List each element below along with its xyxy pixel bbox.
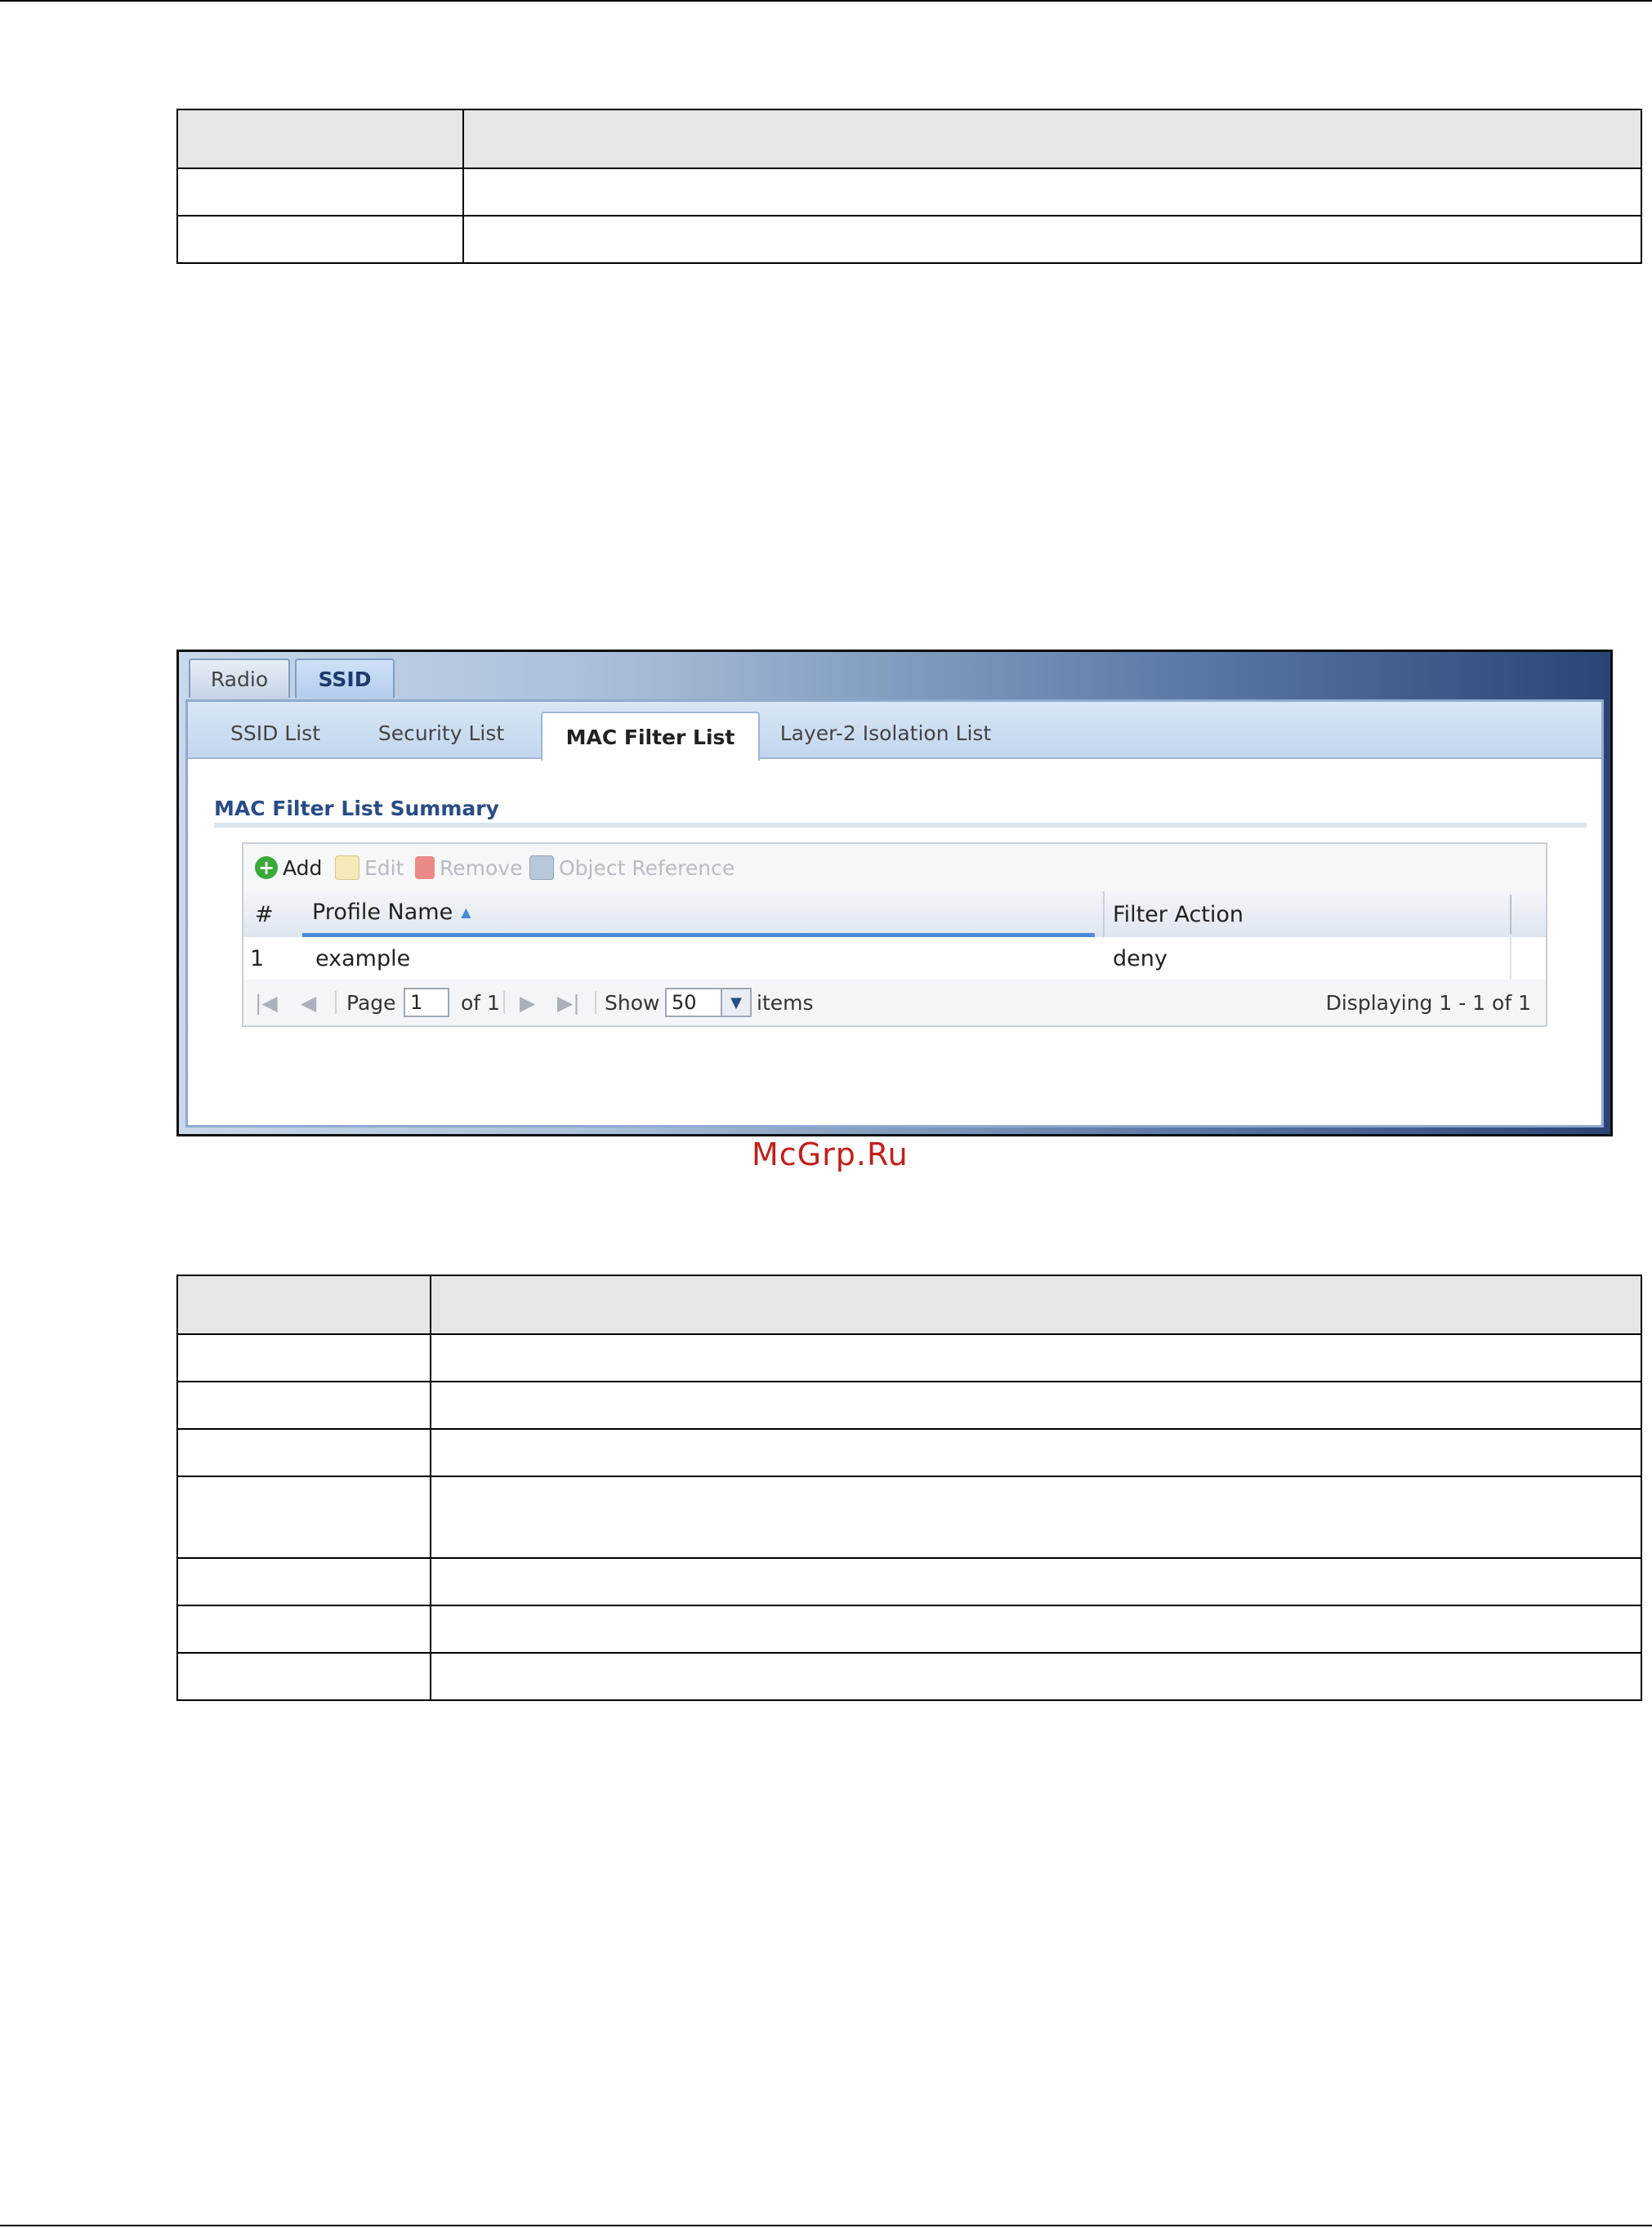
- ssid-panel: SSID List Security List MAC Filter List …: [185, 699, 1604, 1172]
- edit-icon: [335, 855, 359, 880]
- reference-table-top: [176, 109, 1642, 264]
- subtab-ssid-list[interactable]: SSID List: [206, 710, 345, 756]
- page-number-input[interactable]: 1: [404, 988, 449, 1017]
- chevron-down-icon: ▼: [721, 989, 750, 1016]
- reference-table-bottom: [176, 1275, 1642, 1701]
- column-divider: [1510, 937, 1511, 980]
- sort-ascending-icon: ▲: [461, 904, 471, 920]
- column-divider: [1510, 895, 1511, 934]
- remove-label: Remove: [440, 855, 523, 880]
- row-profile-name: example: [315, 945, 411, 971]
- top-tab-bar: Radio SSID: [179, 652, 1610, 701]
- column-header-profile-name[interactable]: Profile Name ▲: [302, 891, 1095, 937]
- watermark: McGrp.Ru: [752, 1136, 909, 1172]
- page-label: Page: [346, 990, 396, 1015]
- pagination-bar: |◀ ◀ Page 1 of 1 ▶ ▶| Show 50 ▼ items Di…: [243, 980, 1546, 1025]
- page-of-label: of 1: [461, 990, 500, 1015]
- add-label: Add: [283, 855, 323, 880]
- add-icon: +: [255, 856, 278, 879]
- section-title: MAC Filter List Summary: [214, 797, 499, 820]
- displaying-count: Displaying 1 - 1 of 1: [1325, 990, 1531, 1015]
- tab-ssid[interactable]: SSID: [295, 659, 395, 698]
- add-button[interactable]: + Add: [255, 854, 322, 882]
- previous-page-icon[interactable]: ◀: [301, 988, 316, 1017]
- grid-toolbar: + Add Edit Remove Object Reference: [243, 844, 1546, 893]
- object-reference-button[interactable]: Object Reference: [529, 854, 734, 882]
- items-per-page-value: 50: [672, 991, 697, 1014]
- profile-name-header-label: Profile Name: [312, 900, 453, 925]
- trash-icon: [415, 856, 435, 879]
- subtab-mac-filter-list[interactable]: MAC Filter List: [541, 712, 760, 761]
- subtab-security-list[interactable]: Security List: [359, 710, 523, 756]
- pager-separator: [595, 991, 596, 1014]
- items-per-page-select[interactable]: 50 ▼: [665, 988, 752, 1017]
- show-label: Show: [605, 990, 660, 1015]
- row-filter-action: deny: [1113, 945, 1168, 971]
- object-reference-icon: [529, 855, 554, 880]
- bottom-rule: [0, 2225, 1652, 2226]
- mac-filter-grid: + Add Edit Remove Object Reference # Pro…: [242, 842, 1547, 1027]
- pager-separator: [335, 991, 337, 1014]
- tab-radio[interactable]: Radio: [189, 659, 290, 698]
- mac-filter-screenshot: Radio SSID SSID List Security List MAC F…: [176, 650, 1613, 1172]
- edit-button[interactable]: Edit: [335, 854, 404, 882]
- remove-button[interactable]: Remove: [415, 854, 522, 882]
- items-label: items: [757, 990, 814, 1015]
- row-num: 1: [250, 945, 265, 971]
- first-page-icon[interactable]: |◀: [255, 988, 278, 1017]
- top-rule: [0, 0, 1652, 2]
- object-reference-label: Object Reference: [559, 855, 735, 880]
- sub-tab-bar: SSID List Security List MAC Filter List …: [188, 702, 1601, 761]
- table-row[interactable]: 1 example deny: [243, 937, 1546, 981]
- edit-label: Edit: [364, 855, 404, 880]
- subtab-layer2-isolation-list[interactable]: Layer-2 Isolation List: [771, 710, 1000, 756]
- column-header-filter-action[interactable]: Filter Action: [1103, 891, 1505, 937]
- grid-header: # Profile Name ▲ Filter Action: [243, 891, 1546, 939]
- column-header-num[interactable]: #: [255, 891, 296, 937]
- next-page-icon[interactable]: ▶: [520, 988, 535, 1017]
- pager-separator: [503, 991, 505, 1014]
- last-page-icon[interactable]: ▶|: [557, 988, 580, 1017]
- section-divider: [214, 823, 1587, 828]
